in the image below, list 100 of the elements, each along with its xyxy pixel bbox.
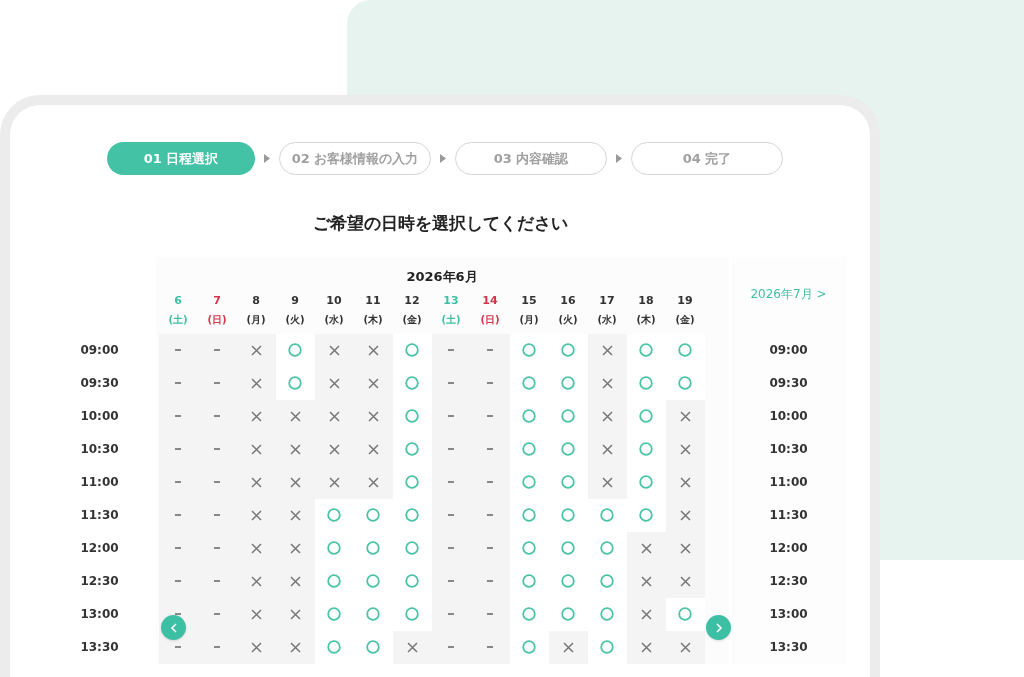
circle-icon <box>327 607 341 621</box>
dash-icon <box>487 580 493 582</box>
weekday-label: (土) <box>168 313 188 328</box>
cross-icon <box>640 608 652 620</box>
dash-icon <box>448 481 454 483</box>
cross-icon <box>367 476 379 488</box>
time-label: 11:00 <box>768 474 809 491</box>
time-label: 11:00 <box>79 474 120 491</box>
circle-icon <box>405 442 419 456</box>
chevron-left-icon <box>169 622 178 633</box>
dash-icon <box>487 613 493 615</box>
dash-icon <box>175 349 181 351</box>
dash-icon <box>214 481 220 483</box>
circle-icon <box>678 343 692 357</box>
cross-icon <box>601 344 613 356</box>
day-number: 19 <box>677 292 693 309</box>
next-month-link[interactable]: 2026年7月 > <box>750 284 827 303</box>
cross-icon <box>289 641 301 653</box>
cross-icon <box>250 509 262 521</box>
dash-icon <box>487 646 493 648</box>
weekday-label: (日) <box>207 313 227 328</box>
dash-icon <box>487 547 493 549</box>
dash-icon <box>487 415 493 417</box>
step-pill: 03 内容確認 <box>455 142 607 175</box>
dash-icon <box>214 646 220 648</box>
time-label: 11:30 <box>768 507 809 524</box>
circle-icon <box>405 508 419 522</box>
cross-icon <box>406 641 418 653</box>
chevron-right-icon <box>714 622 723 633</box>
cross-icon <box>640 542 652 554</box>
dash-icon <box>175 547 181 549</box>
cross-icon <box>250 575 262 587</box>
time-label: 13:00 <box>768 606 809 623</box>
dash-icon <box>448 415 454 417</box>
time-label: 12:00 <box>79 540 120 557</box>
circle-icon <box>600 607 614 621</box>
circle-icon <box>405 574 419 588</box>
step-pill: 01 日程選択 <box>107 142 255 175</box>
dash-icon <box>214 580 220 582</box>
circle-icon <box>366 574 380 588</box>
circle-icon <box>366 541 380 555</box>
circle-icon <box>600 574 614 588</box>
weekday-label: (水) <box>597 313 617 328</box>
dash-icon <box>214 382 220 384</box>
circle-icon <box>522 376 536 390</box>
cross-icon <box>562 641 574 653</box>
circle-icon <box>639 508 653 522</box>
weekday-label: (月) <box>519 313 539 328</box>
dash-icon <box>175 448 181 450</box>
cross-icon <box>289 509 301 521</box>
time-label: 10:30 <box>768 441 809 458</box>
time-label: 10:30 <box>79 441 120 458</box>
cross-icon <box>250 476 262 488</box>
cross-icon <box>289 575 301 587</box>
circle-icon <box>561 376 575 390</box>
cross-icon <box>679 542 691 554</box>
cross-icon <box>367 443 379 455</box>
circle-icon <box>522 541 536 555</box>
circle-icon <box>639 376 653 390</box>
circle-icon <box>405 409 419 423</box>
time-label: 13:30 <box>768 639 809 656</box>
circle-icon <box>288 376 302 390</box>
cross-icon <box>328 377 340 389</box>
day-number: 18 <box>638 292 654 309</box>
circle-icon <box>522 640 536 654</box>
cross-icon <box>367 377 379 389</box>
day-number: 7 <box>213 292 221 309</box>
weekday-label: (火) <box>558 313 578 328</box>
cross-icon <box>250 641 262 653</box>
cross-icon <box>289 443 301 455</box>
weekday-label: (水) <box>324 313 344 328</box>
dash-icon <box>214 613 220 615</box>
step-pill: 02 お客様情報の入力 <box>279 142 431 175</box>
day-number: 14 <box>482 292 498 309</box>
weekday-label: (金) <box>402 313 422 328</box>
circle-icon <box>405 541 419 555</box>
cross-icon <box>250 542 262 554</box>
day-number: 17 <box>599 292 615 309</box>
cross-icon <box>250 344 262 356</box>
cross-icon <box>367 344 379 356</box>
circle-icon <box>639 442 653 456</box>
cross-icon <box>640 575 652 587</box>
dash-icon <box>175 481 181 483</box>
cross-icon <box>289 476 301 488</box>
circle-icon <box>639 475 653 489</box>
day-number: 13 <box>443 292 459 309</box>
circle-icon <box>366 508 380 522</box>
circle-icon <box>405 376 419 390</box>
circle-icon <box>405 475 419 489</box>
dash-icon <box>175 415 181 417</box>
cross-icon <box>250 377 262 389</box>
circle-icon <box>327 508 341 522</box>
circle-icon <box>327 640 341 654</box>
dash-icon <box>448 382 454 384</box>
circle-icon <box>600 541 614 555</box>
month-label: 2026年6月 <box>405 268 479 286</box>
triangle-icon <box>440 154 446 163</box>
circle-icon <box>522 508 536 522</box>
time-label: 09:00 <box>79 342 120 359</box>
dash-icon <box>487 481 493 483</box>
